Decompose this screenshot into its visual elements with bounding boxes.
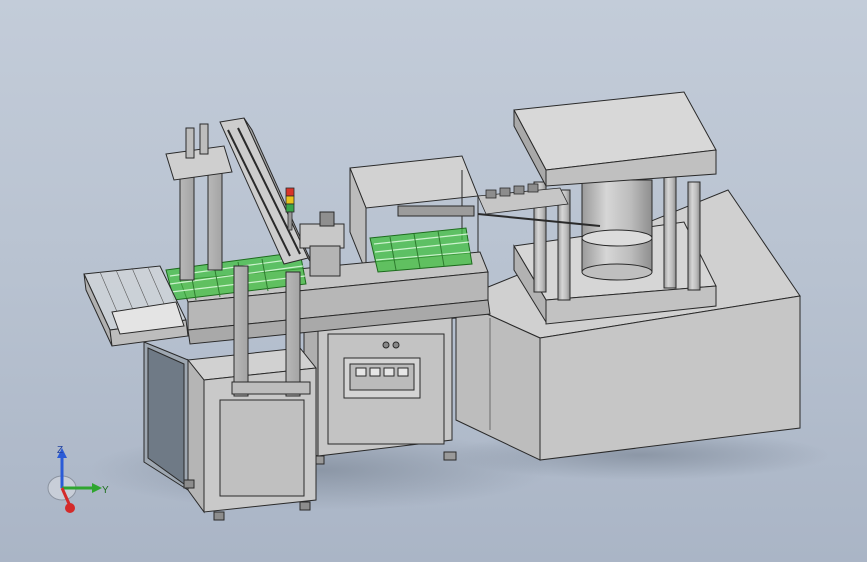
model-geometry (299, 223, 345, 249)
model-geometry (499, 187, 511, 197)
model-geometry (309, 245, 341, 277)
model-geometry (397, 205, 475, 217)
model-geometry (349, 155, 479, 209)
model-geometry (185, 127, 195, 159)
model-geometry (183, 479, 195, 489)
model-geometry (213, 511, 225, 521)
z-axis-label: Z (57, 445, 63, 456)
machine-assembly-model[interactable] (0, 0, 867, 562)
model-geometry (219, 399, 305, 497)
model-geometry (687, 181, 701, 291)
model-geometry (485, 189, 497, 199)
model-geometry (285, 187, 295, 197)
coordinate-triad: Z Y (47, 445, 109, 513)
model-geometry (285, 271, 301, 397)
model-geometry (207, 165, 223, 271)
model-geometry (369, 367, 381, 377)
model-geometry (299, 501, 311, 511)
model-geometry (199, 123, 209, 155)
model-geometry (581, 263, 653, 281)
model-geometry (285, 203, 295, 213)
model-geometry (443, 451, 457, 461)
model-geometry (233, 265, 249, 397)
model-geometry (397, 367, 409, 377)
model-geometry (392, 341, 400, 349)
model-geometry (383, 367, 395, 377)
model-geometry (187, 358, 205, 514)
model-geometry (355, 367, 367, 377)
cad-viewport[interactable]: Z Y (0, 0, 867, 562)
model-geometry (557, 189, 571, 301)
model-geometry (663, 175, 677, 289)
model-geometry (581, 229, 653, 247)
model-geometry (319, 211, 335, 227)
model-geometry (231, 381, 311, 395)
model-geometry (382, 341, 390, 349)
model-geometry (527, 183, 539, 193)
model-geometry (179, 169, 195, 281)
model-geometry (287, 211, 293, 231)
y-axis-label: Y (102, 485, 109, 496)
model-geometry (513, 185, 525, 195)
model-geometry (285, 195, 295, 205)
